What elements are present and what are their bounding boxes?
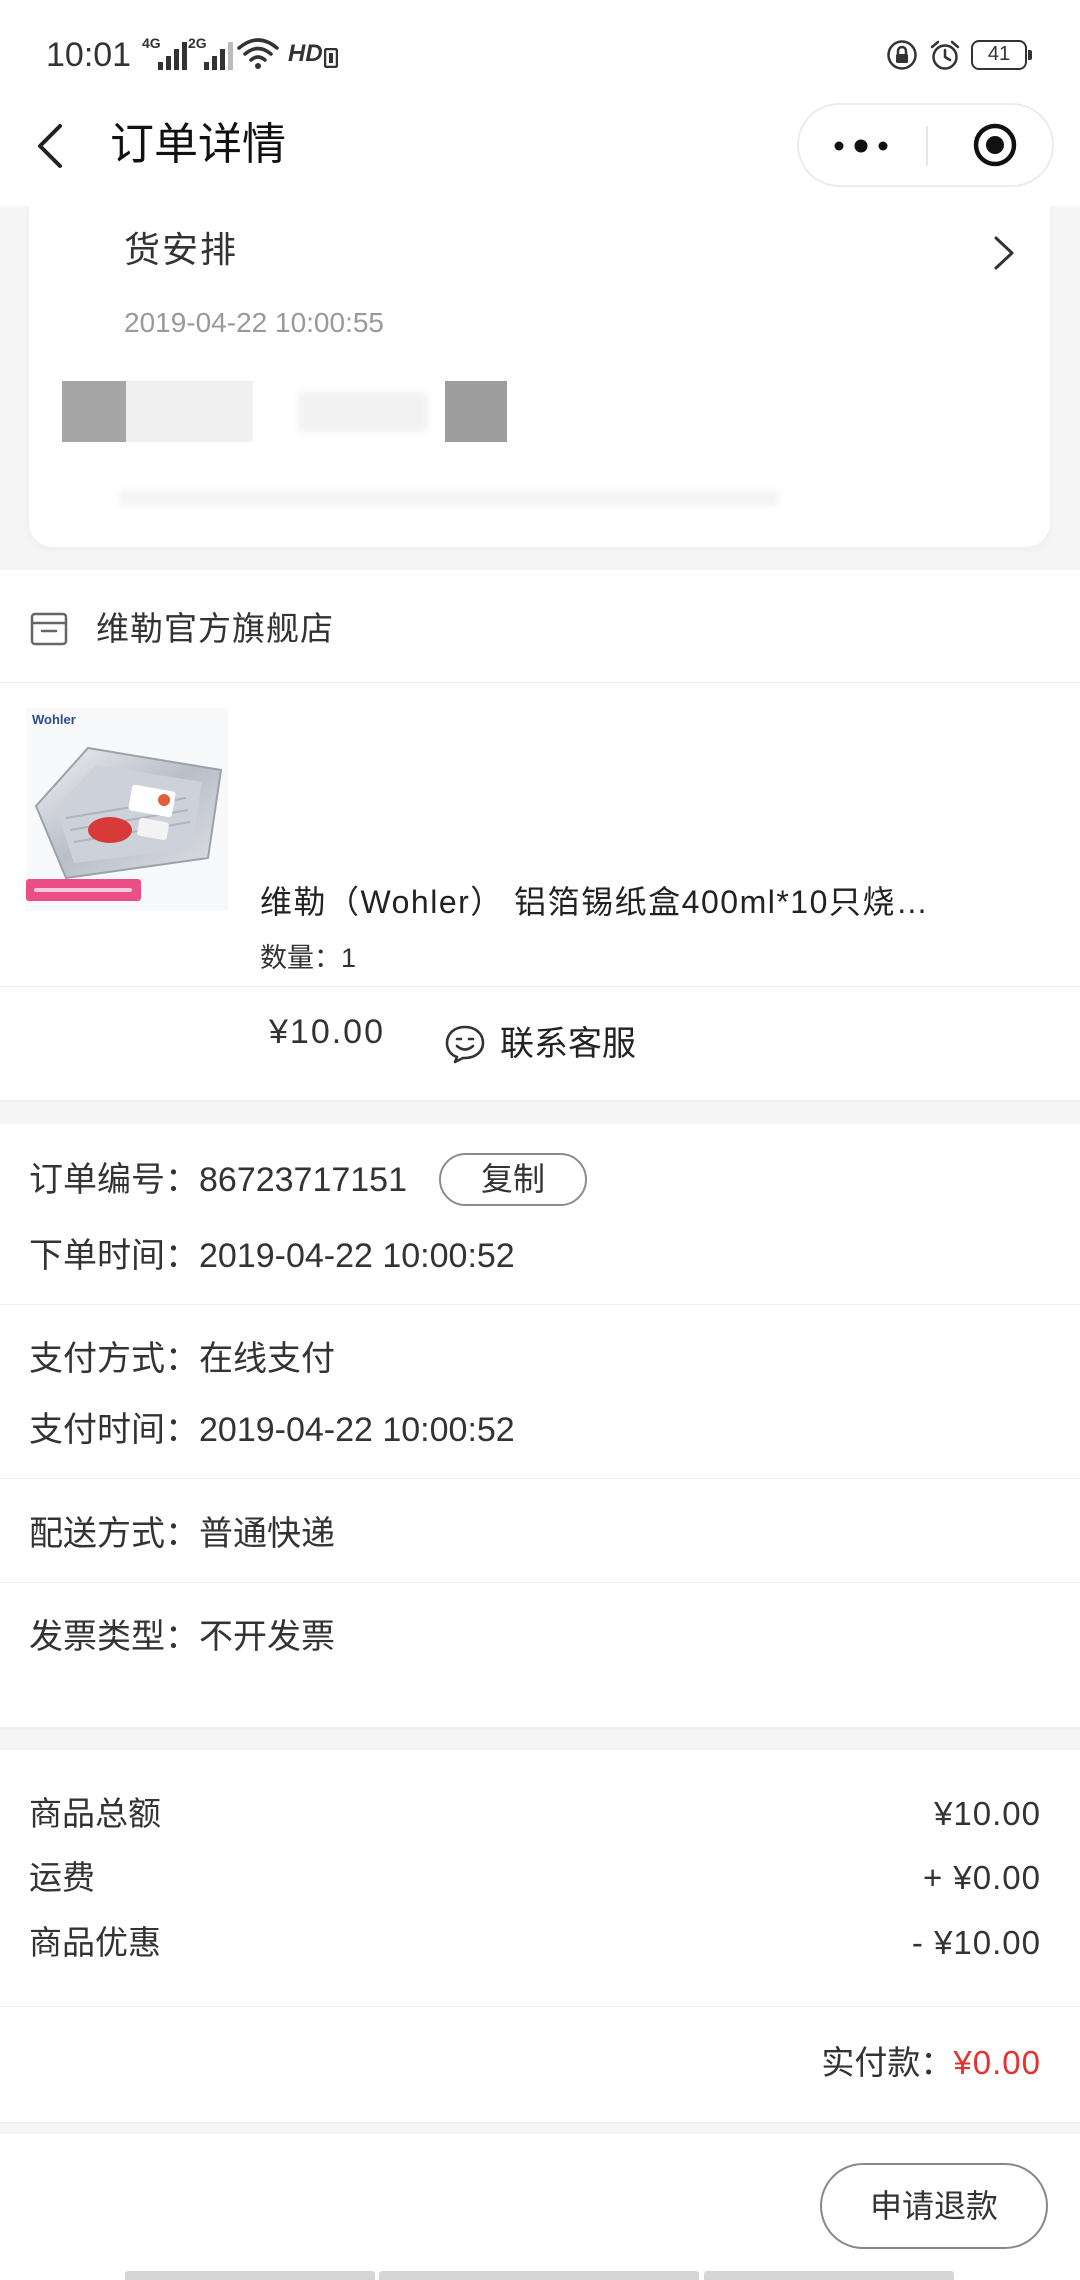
divider — [0, 1304, 1080, 1305]
product-logo-text: Wohler — [32, 712, 76, 727]
product-title[interactable]: 维勒（Wohler） 铝箔锡纸盒400ml*10只烧… — [260, 882, 1060, 922]
invoice-label: 发票类型： — [29, 1618, 199, 1656]
status-time: 10:01 — [46, 36, 132, 74]
contact-service-button[interactable]: 联系客服 — [0, 987, 1080, 1100]
alarm-icon — [930, 40, 960, 70]
hd-label: HD — [288, 40, 323, 67]
product-quantity: 数量：1 — [260, 941, 356, 975]
page-title: 订单详情 — [110, 120, 286, 169]
product-image[interactable]: Wohler — [26, 708, 228, 911]
pay-time-row: 支付时间：2019-04-22 10:00:52 — [29, 1410, 515, 1450]
signal-icon: 2G — [188, 36, 234, 70]
shipping-value: + ¥0.00 — [922, 1859, 1041, 1896]
redacted-image — [445, 381, 507, 442]
target-circle-icon[interactable] — [971, 121, 1019, 169]
pay-time-label: 支付时间： — [29, 1411, 199, 1449]
refund-button[interactable]: 申请退款 — [820, 2163, 1048, 2249]
amount-paid-value: ¥0.00 — [953, 2044, 1041, 2081]
pay-time-value: 2019-04-22 10:00:52 — [199, 1411, 515, 1449]
battery-icon: 41 — [971, 40, 1033, 70]
hd-icon: HD — [288, 38, 340, 70]
signal-icon: 4G — [142, 36, 188, 70]
order-detail-screen: 10:01 4G 2G HD 41 订单详情 货安排 2019-04-22 10… — [0, 0, 1080, 2280]
battery-cap — [1028, 50, 1032, 60]
quantity-value: 1 — [341, 943, 357, 973]
amount-paid: 实付款：¥0.00 — [821, 2043, 1041, 2083]
battery-level: 41 — [971, 40, 1027, 70]
logistics-card[interactable]: 货安排 2019-04-22 10:00:55 — [29, 206, 1050, 547]
redacted-text — [119, 490, 779, 506]
store-section: 维勒官方旗舰店 Wohler 维勒（Wohler） 铝箔锡纸盒400ml*10只… — [0, 570, 1080, 1100]
hd-badge-icon — [324, 48, 338, 68]
back-arrow-icon[interactable] — [32, 122, 68, 170]
pay-method-label: 支付方式： — [29, 1340, 199, 1378]
store-name[interactable]: 维勒官方旗舰店 — [96, 609, 334, 649]
quantity-label: 数量： — [260, 943, 341, 973]
order-time-label: 下单时间： — [29, 1237, 199, 1275]
mini-program-capsule — [797, 103, 1054, 187]
invoice-value: 不开发票 — [199, 1618, 335, 1656]
pay-method-value: 在线支付 — [199, 1340, 335, 1378]
header: 10:01 4G 2G HD 41 订单详情 — [0, 0, 1080, 206]
bottom-bar-segment — [704, 2271, 954, 2280]
contact-service-label: 联系客服 — [500, 1024, 636, 1063]
divider — [0, 2006, 1080, 2007]
divider — [0, 1478, 1080, 1479]
redacted-image — [62, 381, 126, 442]
wifi-icon — [237, 38, 279, 69]
order-number-row: 订单编号：86723717151 — [29, 1160, 407, 1200]
order-time-value: 2019-04-22 10:00:52 — [199, 1237, 515, 1275]
discount-label: 商品优惠 — [29, 1924, 161, 1961]
logistics-time: 2019-04-22 10:00:55 — [124, 307, 384, 338]
delivery-row: 配送方式：普通快递 — [29, 1514, 335, 1554]
invoice-row: 发票类型：不开发票 — [29, 1617, 335, 1657]
order-number-value: 86723717151 — [199, 1161, 408, 1199]
discount-value: - ¥10.00 — [911, 1924, 1041, 1961]
customer-service-icon — [445, 1025, 485, 1063]
pay-method-row: 支付方式：在线支付 — [29, 1339, 335, 1379]
goods-total-label: 商品总额 — [29, 1795, 161, 1832]
delivery-value: 普通快递 — [199, 1515, 335, 1553]
bottom-bar-segment — [379, 2271, 699, 2280]
bottom-bar-segment — [125, 2271, 375, 2280]
signal-bars-icon — [158, 42, 187, 70]
price-summary-section: 商品总额 ¥10.00 运费 + ¥0.00 商品优惠 - ¥10.00 实付款… — [0, 1750, 1080, 2122]
redacted-image — [126, 381, 253, 442]
order-number-label: 订单编号： — [29, 1161, 199, 1199]
rotation-lock-icon — [887, 40, 917, 70]
product-row[interactable]: Wohler 维勒（Wohler） 铝箔锡纸盒400ml*10只烧… 数量：1 … — [0, 683, 1080, 1051]
amount-paid-label: 实付款： — [821, 2044, 954, 2081]
shipping-label: 运费 — [29, 1859, 95, 1896]
order-info-section: 订单编号：86723717151 复制 下单时间：2019-04-22 10:0… — [0, 1124, 1080, 1727]
capsule-divider — [926, 126, 928, 166]
bottom-action-bar: 申请退款 — [0, 2134, 1080, 2280]
divider — [0, 1582, 1080, 1583]
order-time-row: 下单时间：2019-04-22 10:00:52 — [29, 1236, 515, 1276]
chevron-right-icon[interactable] — [993, 235, 1015, 271]
more-dots-icon[interactable] — [831, 138, 891, 154]
logistics-status: 货安排 — [124, 229, 239, 270]
store-icon — [30, 612, 68, 646]
goods-total-value: ¥10.00 — [934, 1795, 1041, 1832]
delivery-label: 配送方式： — [29, 1515, 199, 1553]
redacted-image — [298, 392, 428, 432]
copy-button[interactable]: 复制 — [439, 1153, 587, 1206]
signal-bars-icon — [204, 42, 233, 70]
